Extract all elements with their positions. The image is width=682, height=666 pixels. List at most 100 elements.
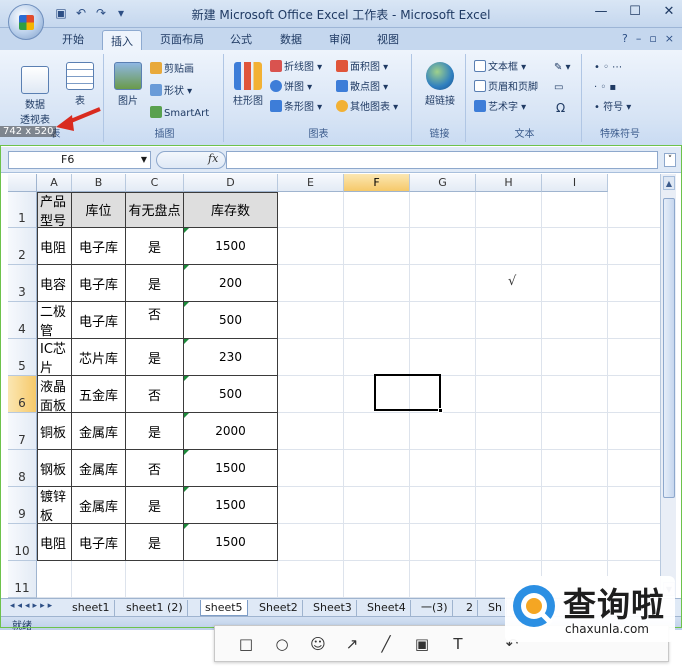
tab-data[interactable]: 数据 — [280, 31, 302, 47]
tab-home[interactable]: 开始 — [62, 31, 84, 47]
column-header-g[interactable]: G — [410, 174, 476, 192]
expand-formula-bar-icon[interactable]: ˅ — [664, 153, 676, 167]
table-cell[interactable]: 是 — [126, 524, 184, 561]
table-cell[interactable]: 电容 — [37, 265, 72, 302]
hyperlink-button[interactable]: 超链接 — [418, 62, 462, 107]
vertical-scrollbar[interactable]: ▲ ▼ — [660, 174, 676, 598]
line-chart-button[interactable]: 折线图 ▾ — [270, 60, 322, 76]
sheet-tab-2[interactable]: 2 — [462, 600, 478, 616]
table-cell[interactable]: 芯片库 — [72, 339, 126, 376]
shapes-button[interactable]: 形状 ▾ — [150, 84, 192, 100]
pie-chart-button[interactable]: 饼图 ▾ — [270, 80, 312, 96]
office-button[interactable] — [8, 4, 44, 40]
column-header-i[interactable]: I — [542, 174, 608, 192]
table-cell[interactable]: 是 — [126, 413, 184, 450]
column-header-e[interactable]: E — [278, 174, 344, 192]
row-header-11[interactable]: 11 — [8, 561, 37, 598]
table-cell[interactable]: 是 — [126, 339, 184, 376]
sheet-tab-sheet5[interactable]: sheet5 — [200, 600, 248, 616]
table-cell[interactable]: 电阻 — [37, 228, 72, 265]
column-header-f[interactable]: F — [344, 174, 410, 192]
bar-chart-button[interactable]: 条形图 ▾ — [270, 100, 322, 116]
arrow-tool-icon[interactable]: ↗ — [343, 635, 361, 653]
column-header-d[interactable]: D — [184, 174, 278, 192]
table-cell[interactable]: 否 — [126, 302, 184, 339]
sheet-tab-sheet1[interactable]: sheet1 — [68, 600, 115, 616]
table-cell[interactable]: 金属库 — [72, 487, 126, 524]
table-cell[interactable]: 电子库 — [72, 228, 126, 265]
help-icon[interactable]: ? — [622, 32, 628, 45]
row-header-9[interactable]: 9 — [8, 487, 37, 524]
row-header-6[interactable]: 6 — [8, 376, 37, 413]
tab-view[interactable]: 视图 — [377, 31, 399, 47]
table-header-cell[interactable]: 有无盘点 — [126, 192, 184, 228]
column-chart-button[interactable]: 柱形图 — [228, 62, 268, 107]
row-header-4[interactable]: 4 — [8, 302, 37, 339]
table-cell[interactable]: IC芯片 — [37, 339, 72, 376]
smartart-button[interactable]: SmartArt — [150, 106, 209, 122]
row-header-8[interactable]: 8 — [8, 450, 37, 487]
close-button[interactable]: ✕ — [662, 4, 676, 19]
symbol-dots-icon[interactable]: • ◦ ⋯ — [594, 60, 622, 76]
table-cell[interactable]: 液晶面板 — [37, 376, 72, 414]
text-tool-icon[interactable]: T — [449, 635, 467, 653]
table-cell[interactable]: 五金库 — [72, 376, 126, 413]
object-icon[interactable]: ▭ — [554, 80, 563, 96]
sheet-tab-sheet1-2[interactable]: sheet1 (2) — [122, 600, 188, 616]
pen-tool-icon[interactable]: ╱ — [377, 635, 395, 653]
table-cell[interactable]: 二极管 — [37, 302, 72, 339]
table-cell[interactable]: 1500 — [184, 450, 278, 487]
symbol-button[interactable]: • 符号 ▾ — [594, 100, 631, 116]
table-cell[interactable]: 否 — [126, 376, 184, 413]
formula-input[interactable] — [226, 151, 658, 169]
sheet-tab-sh[interactable]: Sh — [484, 600, 507, 616]
sheet-tab-sheet4[interactable]: Sheet4 — [363, 600, 411, 616]
table-cell[interactable]: 500 — [184, 376, 278, 413]
tab-insert[interactable]: 插入 — [102, 30, 142, 50]
ribbon-close-icon[interactable]: × — [665, 32, 674, 45]
omega-symbol-button[interactable]: Ω — [556, 100, 565, 116]
table-header-cell[interactable]: 库存数 — [184, 192, 278, 228]
emoji-tool-icon[interactable]: ☺ — [309, 635, 327, 653]
active-cell-f6[interactable] — [374, 374, 443, 413]
table-header-cell[interactable]: 库位 — [72, 192, 126, 228]
table-cell[interactable]: 是 — [126, 228, 184, 265]
table-cell[interactable]: 500 — [184, 302, 278, 339]
row-header-3[interactable]: 3 — [8, 265, 37, 302]
worksheet-grid[interactable]: A B C D E F G H I 1 2 3 4 5 6 7 8 9 10 11 产品型号 库位 有无盘点 库存数 电阻 电子库… — [8, 174, 660, 598]
sheet-tab-sheet2[interactable]: Sheet2 — [255, 600, 303, 616]
table-cell[interactable]: 电子库 — [72, 302, 126, 339]
ellipse-tool-icon[interactable]: ○ — [273, 635, 291, 653]
column-header-a[interactable]: A — [37, 174, 72, 192]
ribbon-restore-icon[interactable]: ▫ — [649, 32, 656, 45]
tab-formulas[interactable]: 公式 — [230, 31, 252, 47]
row-header-10[interactable]: 10 — [8, 524, 37, 561]
row-header-1[interactable]: 1 — [8, 192, 37, 228]
table-cell[interactable]: 230 — [184, 339, 278, 376]
rectangle-tool-icon[interactable]: □ — [237, 635, 255, 653]
symbol-marks-icon[interactable]: ‧ ◦ ▪ — [594, 80, 616, 96]
insert-function-icon[interactable]: fx — [208, 152, 218, 165]
wordart-button[interactable]: 艺术字 ▾ — [474, 100, 526, 116]
table-cell[interactable]: 是 — [126, 265, 184, 302]
mosaic-tool-icon[interactable]: ▣ — [413, 635, 431, 653]
table-cell[interactable]: 铜板 — [37, 413, 72, 450]
signature-line-icon[interactable]: ✎ ▾ — [554, 60, 571, 76]
table-cell[interactable]: 钢板 — [37, 450, 72, 487]
table-cell[interactable]: 金属库 — [72, 450, 126, 487]
table-cell[interactable]: 2000 — [184, 413, 278, 450]
sheet-tab-sheet3[interactable]: Sheet3 — [309, 600, 357, 616]
scroll-up-icon[interactable]: ▲ — [663, 176, 675, 190]
other-charts-button[interactable]: 其他图表 ▾ — [336, 100, 398, 116]
sheet-nav-icons[interactable]: ◂◂◂▸▸▸ — [10, 601, 55, 611]
scatter-chart-button[interactable]: 散点图 ▾ — [336, 80, 388, 96]
tab-review[interactable]: 审阅 — [329, 31, 351, 47]
column-header-b[interactable]: B — [72, 174, 126, 192]
table-cell[interactable]: 1500 — [184, 524, 278, 561]
table-cell[interactable]: 否 — [126, 450, 184, 487]
minimize-button[interactable]: — — [594, 4, 608, 19]
tab-page-layout[interactable]: 页面布局 — [160, 31, 204, 47]
header-footer-button[interactable]: 页眉和页脚 — [474, 80, 538, 96]
table-button[interactable]: 表 — [60, 62, 100, 107]
table-cell[interactable]: 电子库 — [72, 524, 126, 561]
